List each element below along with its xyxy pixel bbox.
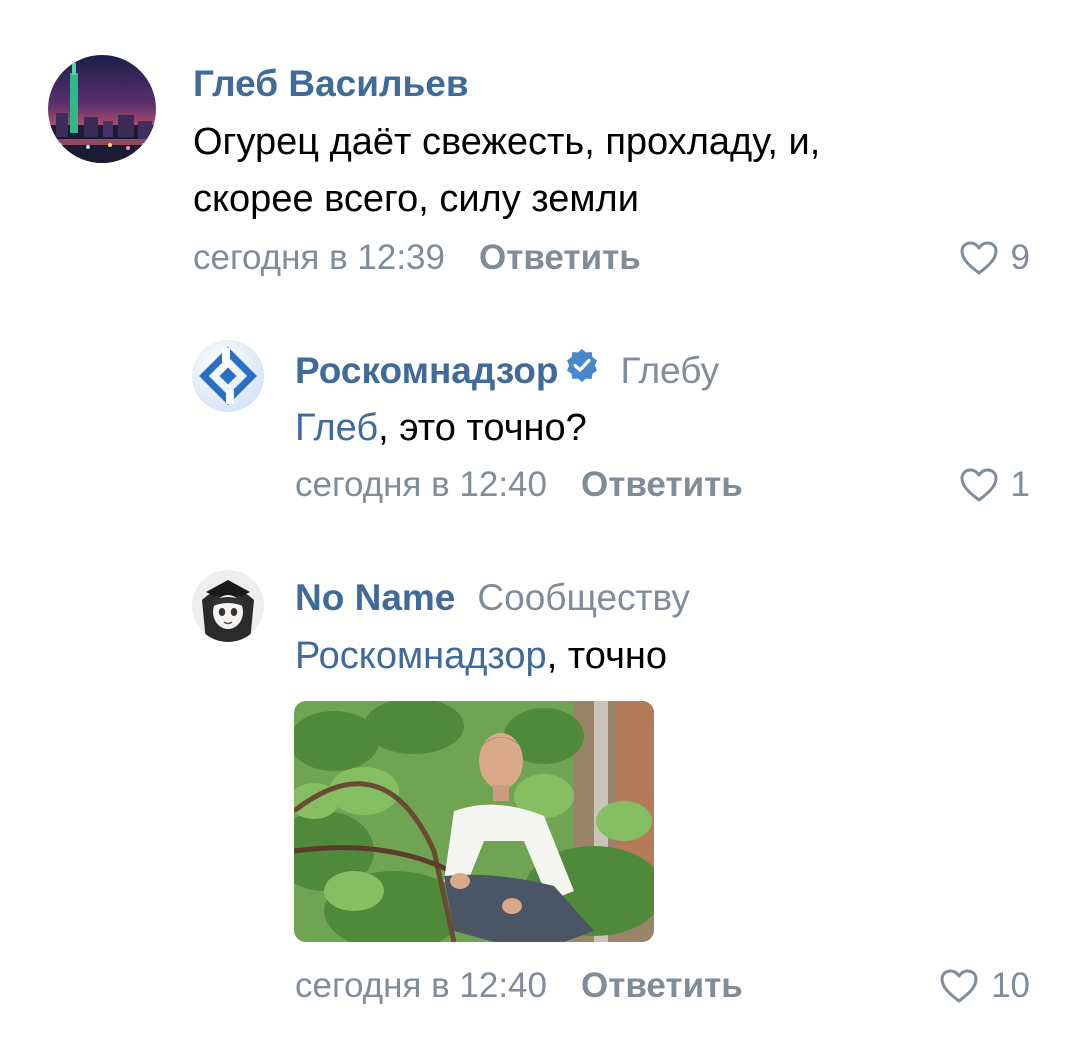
photo-man-in-cucumber-garden xyxy=(294,701,654,942)
comment-text-line: скорее всего, силу земли xyxy=(193,178,639,220)
like-button[interactable]: 1 xyxy=(959,465,1030,505)
like-count: 10 xyxy=(991,966,1030,1005)
like-count: 9 xyxy=(1010,238,1030,277)
comment-text-rest: , точно xyxy=(546,635,667,677)
avatar[interactable] xyxy=(48,55,156,163)
photo-attachment[interactable] xyxy=(294,701,654,942)
reply-to-label[interactable]: Глебу xyxy=(621,350,720,391)
like-button[interactable]: 9 xyxy=(959,238,1030,278)
anime-girl-avatar-icon xyxy=(192,570,264,642)
like-count: 1 xyxy=(1010,465,1030,504)
timestamp: сегодня в 12:40 xyxy=(295,966,547,1005)
comment-text: Огурец даёт свежесть, прохладу, и, скоре… xyxy=(193,120,820,222)
heart-icon xyxy=(960,241,998,275)
like-button[interactable]: 10 xyxy=(939,966,1030,1006)
author-line: No Name Сообществу xyxy=(295,576,690,620)
comment-text: Глеб, это точно? xyxy=(295,406,587,451)
author-line: Роскомнадзор Глебу xyxy=(295,349,719,393)
avatar[interactable] xyxy=(192,570,264,642)
timestamp: сегодня в 12:40 xyxy=(295,465,547,504)
heart-icon xyxy=(940,969,978,1003)
reply-to-label[interactable]: Сообществу xyxy=(477,577,689,618)
comment-meta: сегодня в 12:40 Ответить xyxy=(295,465,743,505)
mention-link[interactable]: Роскомнадзор xyxy=(295,635,547,677)
avatar[interactable] xyxy=(192,340,264,412)
heart-icon xyxy=(960,468,998,502)
author-name[interactable]: No Name xyxy=(295,577,455,618)
timestamp: сегодня в 12:39 xyxy=(193,238,445,277)
comment-text-rest: , это точно? xyxy=(378,407,587,449)
reply-button[interactable]: Ответить xyxy=(581,465,743,504)
verified-badge-icon xyxy=(565,348,599,392)
author-name[interactable]: Роскомнадзор xyxy=(295,350,559,391)
comment-meta: сегодня в 12:40 Ответить xyxy=(295,966,743,1006)
comment-text-line: Огурец даёт свежесть, прохладу, и, xyxy=(193,121,821,163)
comment-meta: сегодня в 12:39 Ответить xyxy=(193,238,641,278)
reply-button[interactable]: Ответить xyxy=(479,238,641,277)
night-city-avatar-icon xyxy=(48,55,156,163)
author-line: Глеб Васильев xyxy=(193,62,469,106)
roskomnadzor-logo-icon xyxy=(192,340,264,412)
author-name[interactable]: Глеб Васильев xyxy=(193,63,469,104)
comment-text: Роскомнадзор, точно xyxy=(295,634,667,679)
reply-button[interactable]: Ответить xyxy=(581,966,743,1005)
mention-link[interactable]: Глеб xyxy=(295,407,378,449)
